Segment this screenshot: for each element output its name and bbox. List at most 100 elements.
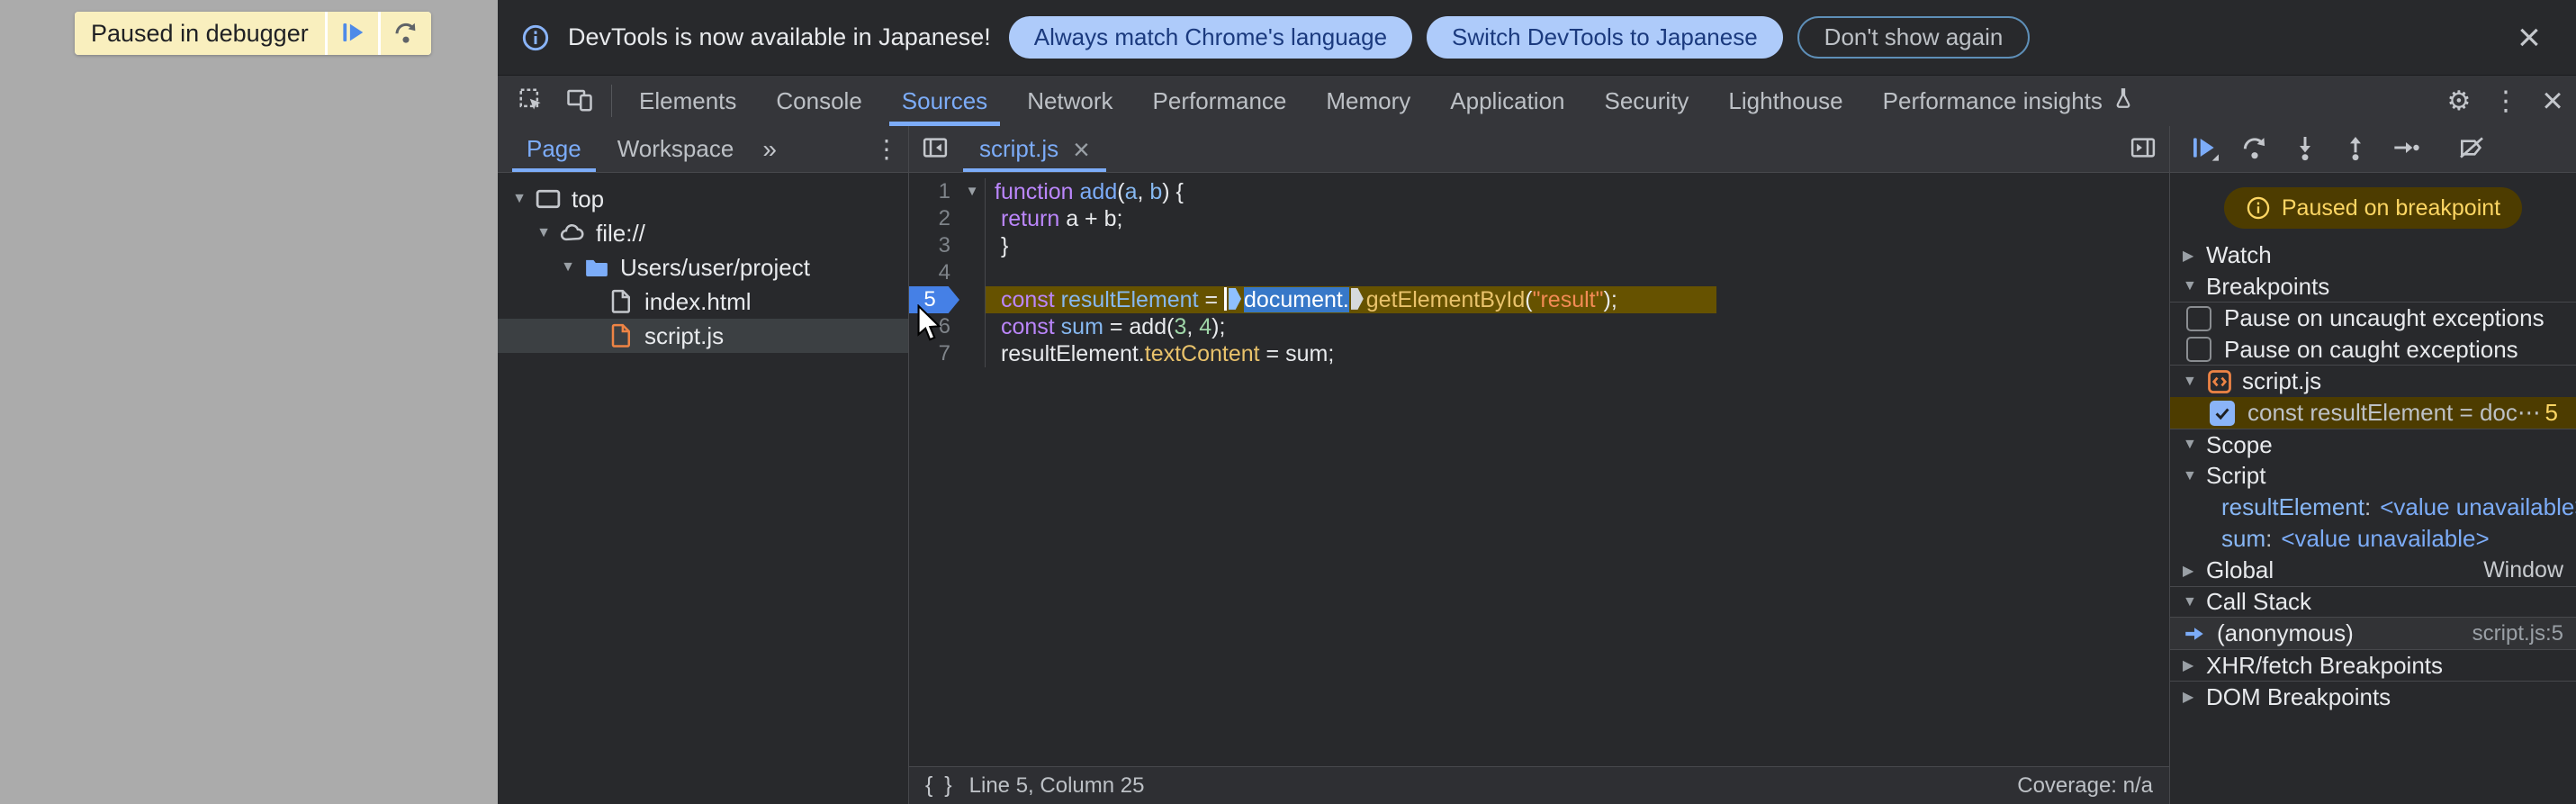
more-options-kebab-button[interactable]: ⋮ [2482, 76, 2529, 126]
tree-item-script-js[interactable]: script.js [498, 319, 908, 353]
tree-item-top[interactable]: ▼ top [498, 182, 908, 216]
breakpoint-marker-line-5[interactable]: 5 [909, 286, 959, 313]
token-pl: ( [1525, 287, 1533, 312]
step-into-button[interactable] [2280, 126, 2330, 173]
tab-elements[interactable]: Elements [619, 76, 756, 126]
navigator-tab-page[interactable]: Page [509, 126, 599, 172]
checkbox[interactable] [2186, 337, 2211, 362]
tab-security[interactable]: Security [1585, 76, 1709, 126]
overlay-step-over-button[interactable] [380, 12, 431, 55]
section-header-watch[interactable]: ▶ Watch [2170, 239, 2576, 271]
line-number[interactable]: 6 [909, 313, 959, 340]
tree-item-file[interactable]: ▼ file:// [498, 216, 908, 250]
tree-item-label: index.html [644, 287, 752, 315]
tab-performance[interactable]: Performance [1133, 76, 1307, 126]
tab-network[interactable]: Network [1007, 76, 1132, 126]
file-html-icon [607, 288, 635, 315]
resume-button[interactable] [2179, 126, 2229, 173]
line-number[interactable]: 4 [909, 259, 959, 286]
infobar-actions: Always match Chrome's language Switch Dev… [1008, 16, 2031, 59]
toolbar-separator [611, 85, 612, 117]
infobar-action-switch-devtools-to-japanese[interactable]: Switch DevTools to Japanese [1427, 16, 1783, 59]
debugger-sidebar: Paused on breakpoint ▶ Watch ▼ Breakpoints P… [2169, 126, 2576, 804]
token-num: 4 [1199, 314, 1212, 339]
overlay-resume-button[interactable] [327, 12, 378, 55]
line-number[interactable]: 7 [909, 340, 959, 367]
tab-sources[interactable]: Sources [882, 76, 1007, 126]
hide-navigator-button[interactable] [909, 126, 961, 172]
continue-to-location-marker-icon[interactable] [1350, 287, 1364, 310]
tree-item-label: top [572, 185, 605, 212]
tab-label: Console [776, 86, 862, 114]
infobar-action-always-match-chrome-s-language[interactable]: Always match Chrome's language [1008, 16, 1413, 59]
more-tabs-chevrons-button[interactable]: » [752, 126, 786, 172]
paused-on-breakpoint-badge: Paused on breakpoint [2223, 187, 2523, 229]
section-header-xhr-fetch-breakpoints[interactable]: ▶ XHR/fetch Breakpoints [2170, 649, 2576, 681]
panel-collapse-right-icon [2130, 134, 2157, 164]
tab-memory[interactable]: Memory [1306, 76, 1430, 126]
continue-to-location-marker-icon[interactable] [1229, 287, 1242, 310]
token-pl: resultElement. [995, 341, 1145, 366]
tab-lighthouse[interactable]: Lighthouse [1708, 76, 1862, 126]
infobar-action-don-t-show-again[interactable]: Don't show again [1797, 16, 2031, 59]
breakpoint-line-number: 5 [2544, 399, 2558, 426]
step-button[interactable] [2381, 126, 2431, 173]
code-editor[interactable]: 1 ▼ function add(a, b) {2 return a + b; 3 }… [909, 173, 2169, 766]
call-frame-anonymous[interactable]: (anonymous) script.js:5 [2170, 618, 2576, 649]
tab-console[interactable]: Console [756, 76, 881, 126]
section-header-call-stack[interactable]: ▼ Call Stack [2170, 586, 2576, 618]
panel-tabs: Elements Console Sources Network Performance… [619, 76, 2155, 126]
scope-section-script[interactable]: ▼ Script [2170, 460, 2576, 492]
device-toolbar-button[interactable] [555, 76, 604, 126]
navigator-strip-spacer [786, 126, 865, 172]
tree-expand-arrow-icon[interactable]: ▼ [507, 191, 532, 207]
settings-gear-button[interactable]: ⚙ [2436, 76, 2482, 126]
checkbox-row-pause-on-uncaught-exceptions[interactable]: Pause on uncaught exceptions [2170, 303, 2576, 334]
line-number[interactable]: 2 [909, 205, 959, 232]
navigator-menu-kebab-button[interactable]: ⋮ [865, 126, 908, 172]
hide-debugger-sidebar-button[interactable] [2117, 126, 2169, 172]
infobar-close-button[interactable]: × [2506, 14, 2553, 61]
pretty-print-braces-icon[interactable]: { } [925, 772, 955, 799]
devtools-close-button[interactable]: × [2529, 76, 2576, 126]
step-out-button[interactable] [2330, 126, 2381, 173]
deactivate-breakpoints-button[interactable] [2446, 126, 2497, 173]
step-into-icon [2291, 133, 2319, 165]
tree-expand-arrow-icon[interactable]: ▼ [555, 259, 581, 276]
section-header-dom-breakpoints[interactable]: ▶ DOM Breakpoints [2170, 681, 2576, 712]
breakpoint-entry[interactable]: const resultElement = doc⋯ 5 [2170, 397, 2576, 429]
tree-expand-arrow-icon[interactable]: ▼ [531, 225, 556, 241]
tab-label: Performance [1152, 86, 1287, 114]
scope-section-global[interactable]: ▶ Global Window [2170, 555, 2576, 586]
resume-icon [2190, 133, 2219, 165]
tab-performance-insights[interactable]: Performance insights [1863, 76, 2155, 126]
navigator-tabstrip: Page Workspace » ⋮ [498, 126, 908, 173]
line-number[interactable]: 1 [909, 178, 959, 205]
code-fold-arrow-icon[interactable]: ▼ [959, 178, 985, 205]
token-kw: const [1000, 287, 1055, 312]
editor-tab-script-js[interactable]: script.js × [961, 126, 1108, 172]
tree-item-users-user-project[interactable]: ▼ Users/user/project [498, 250, 908, 285]
tree-item-index-html[interactable]: index.html [498, 285, 908, 319]
frame-icon [534, 185, 563, 212]
inspect-element-button[interactable] [507, 76, 555, 126]
tab-application[interactable]: Application [1430, 76, 1584, 126]
breakpoint-checkbox[interactable] [2210, 400, 2235, 426]
section-header-scope[interactable]: ▼ Scope [2170, 429, 2576, 460]
code-line-7: 7 resultElement.textContent = sum; [909, 340, 2169, 367]
step-over-button[interactable] [2229, 126, 2280, 173]
code-line-5: 5 const resultElement = document. getElem… [909, 286, 2169, 313]
navigator-tab-workspace[interactable]: Workspace [599, 126, 752, 172]
section-header-label: Breakpoints [2206, 272, 2330, 300]
checkbox[interactable] [2186, 305, 2211, 331]
breakpoint-group-script-js[interactable]: ▼ script.js [2170, 366, 2576, 397]
paused-in-debugger-overlay: Paused in debugger [75, 12, 431, 55]
section-header-breakpoints[interactable]: ▼ Breakpoints [2170, 271, 2576, 303]
checkbox-row-pause-on-caught-exceptions[interactable]: Pause on caught exceptions [2170, 334, 2576, 366]
editor-tab-close-icon[interactable]: × [1073, 135, 1090, 164]
editor-tab-label: script.js [979, 135, 1059, 162]
section-expand-arrow-icon: ▶ [2183, 690, 2194, 705]
line-number[interactable]: 3 [909, 232, 959, 259]
